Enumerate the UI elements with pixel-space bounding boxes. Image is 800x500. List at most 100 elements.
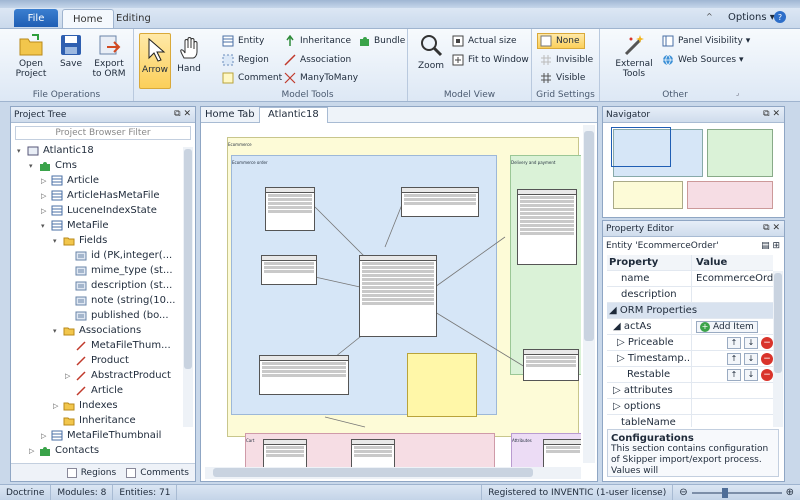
- tree-item[interactable]: Inheritance: [53, 413, 136, 428]
- tree-item[interactable]: ▷ ArticleHasMetaFile: [41, 188, 160, 203]
- open-project-button[interactable]: Open Project: [14, 33, 48, 79]
- pin-close-icon[interactable]: ⧉ ✕: [174, 109, 191, 119]
- prop-row-priceable[interactable]: ▷ Priceable ↑ ↓ −: [607, 335, 773, 351]
- tree-scroll-thumb[interactable]: [184, 149, 192, 369]
- arrow-tool-button[interactable]: Arrow: [139, 33, 171, 89]
- prop-row-tablename[interactable]: tableName: [607, 415, 773, 427]
- tree-item[interactable]: ▾ Atlantic18: [17, 143, 94, 158]
- collapse-arrow-icon[interactable]: ▾: [29, 162, 37, 170]
- tree-item[interactable]: id (PK,integer(...: [65, 248, 172, 263]
- entity-cart-item[interactable]: [351, 439, 395, 467]
- expand-arrow-icon[interactable]: ▷: [53, 402, 61, 410]
- move-down-icon[interactable]: ↓: [744, 336, 758, 349]
- prop-row-description[interactable]: description: [607, 287, 773, 303]
- prop-row-attributes[interactable]: ▷ attributes: [607, 383, 773, 399]
- add-item-button[interactable]: + Add Item: [696, 320, 758, 333]
- remove-icon[interactable]: −: [761, 352, 773, 365]
- prop-name-value[interactable]: EcommerceOrder: [691, 271, 773, 286]
- many-to-many-tool-button[interactable]: ManyToMany: [284, 72, 358, 84]
- dialog-launcher-icon[interactable]: ⌟: [736, 89, 739, 97]
- horizontal-scroll-thumb[interactable]: [213, 468, 533, 477]
- tree-item[interactable]: Product: [65, 353, 129, 368]
- property-scroll-thumb[interactable]: [774, 273, 782, 373]
- move-down-icon[interactable]: ↓: [744, 352, 758, 365]
- save-button[interactable]: Save: [58, 33, 84, 69]
- zoom-button[interactable]: Zoom: [416, 33, 446, 71]
- tree-item[interactable]: published (bo...: [65, 308, 169, 323]
- options-menu[interactable]: Options ▾: [728, 12, 775, 23]
- tree-item[interactable]: ▷ MetaFileThumbnail: [41, 428, 161, 443]
- prop-row-actas[interactable]: ◢ actAs + Add Item: [607, 319, 773, 335]
- tree-item[interactable]: ▾ Cms: [29, 158, 77, 173]
- canvas-horizontal-scrollbar[interactable]: [205, 467, 581, 479]
- collapse-arrow-icon[interactable]: ▾: [41, 222, 49, 230]
- zoom-in-icon[interactable]: ⊕: [786, 487, 794, 498]
- entity-cart[interactable]: [263, 439, 307, 467]
- sort-expand-icon[interactable]: ▤ ⊞: [761, 241, 780, 251]
- prop-row-restable[interactable]: Restable ↑ ↓ −: [607, 367, 773, 383]
- inheritance-tool-button[interactable]: Inheritance: [284, 35, 351, 47]
- move-up-icon[interactable]: ↑: [727, 368, 741, 381]
- diagram-comment-note[interactable]: [407, 353, 477, 417]
- tree-item[interactable]: mime_type (st...: [65, 263, 173, 278]
- grid-visible-button[interactable]: Visible: [540, 72, 585, 84]
- entity-ecommerce-order[interactable]: [359, 255, 437, 337]
- tree-item[interactable]: MetaFileThum...: [65, 338, 171, 353]
- tree-item[interactable]: ▾ MetaFile: [41, 218, 109, 233]
- tree-item[interactable]: ▷ LuceneIndexState: [41, 203, 157, 218]
- navigator-viewport[interactable]: [611, 127, 671, 167]
- zoom-thumb[interactable]: [721, 487, 728, 498]
- property-scrollbar[interactable]: [773, 271, 783, 427]
- file-tab[interactable]: File: [14, 9, 58, 27]
- entity-product-attribute-value[interactable]: [543, 439, 581, 467]
- comments-checkbox[interactable]: [126, 467, 137, 478]
- expand-arrow-icon[interactable]: ▷: [41, 207, 49, 215]
- region-tool-button[interactable]: Region: [222, 54, 269, 66]
- entity-ecommerce-order-ship-item[interactable]: [261, 255, 317, 285]
- navigator-pin-close-icon[interactable]: ⧉ ✕: [763, 109, 780, 119]
- tree-scrollbar[interactable]: [183, 147, 193, 427]
- expand-arrow-icon[interactable]: ▷: [41, 177, 49, 185]
- external-tools-button[interactable]: External Tools: [614, 33, 654, 79]
- entity-payment-method-pricing[interactable]: [523, 349, 579, 381]
- entity-ecommerce-order-state[interactable]: [265, 187, 315, 231]
- prop-row-name[interactable]: name EcommerceOrder: [607, 271, 773, 287]
- prop-row-options[interactable]: ▷ options: [607, 399, 773, 415]
- zoom-slider[interactable]: ⊖ ⊕: [673, 487, 800, 498]
- zoom-track[interactable]: [691, 487, 782, 498]
- comment-tool-button[interactable]: Comment: [222, 72, 282, 84]
- tree-item[interactable]: ▷ Indexes: [53, 398, 118, 413]
- web-sources-button[interactable]: Web Sources ▾: [662, 54, 743, 66]
- grid-invisible-button[interactable]: Invisible: [540, 54, 593, 66]
- grid-none-button[interactable]: None: [537, 33, 585, 49]
- remove-icon[interactable]: −: [761, 368, 773, 381]
- project-filter-input[interactable]: Project Browser Filter: [15, 126, 191, 140]
- remove-icon[interactable]: −: [761, 336, 773, 349]
- tree-item[interactable]: ▷ Article: [41, 173, 99, 188]
- collapse-arrow-icon[interactable]: ▾: [53, 327, 61, 335]
- diagram-canvas[interactable]: Ecommerce Ecommerce order Delivery and p…: [205, 127, 581, 467]
- hand-tool-button[interactable]: Hand: [176, 33, 202, 74]
- canvas-vertical-scrollbar[interactable]: [583, 125, 595, 463]
- collapse-arrow-icon[interactable]: ▾: [53, 237, 61, 245]
- entity-ecommerce-order-item[interactable]: [259, 355, 349, 395]
- tree-item[interactable]: note (string(10...: [65, 293, 175, 308]
- regions-checkbox[interactable]: [66, 467, 77, 478]
- panel-visibility-button[interactable]: Panel Visibility ▾: [662, 35, 750, 47]
- prop-section-orm[interactable]: ◢ ORM Properties: [607, 303, 773, 319]
- tree-item[interactable]: Article: [65, 383, 123, 398]
- expand-arrow-icon[interactable]: ▷: [41, 432, 49, 440]
- minimize-ribbon-icon[interactable]: ^: [706, 12, 713, 21]
- entity-payment[interactable]: [517, 189, 577, 265]
- tree-item[interactable]: ▷ Contacts: [29, 443, 99, 458]
- actual-size-button[interactable]: Actual size: [452, 35, 517, 47]
- expand-arrow-icon[interactable]: ▷: [65, 372, 73, 380]
- tab-atlantic18[interactable]: Atlantic18: [259, 107, 328, 123]
- navigator-minimap[interactable]: [611, 127, 776, 211]
- entity-tool-button[interactable]: Entity: [222, 35, 264, 47]
- tree-item[interactable]: ▾ Fields: [53, 233, 107, 248]
- move-down-icon[interactable]: ↓: [744, 368, 758, 381]
- bundle-tool-button[interactable]: Bundle: [358, 35, 405, 47]
- export-orm-button[interactable]: Export to ORM: [90, 33, 128, 79]
- move-up-icon[interactable]: ↑: [727, 352, 741, 365]
